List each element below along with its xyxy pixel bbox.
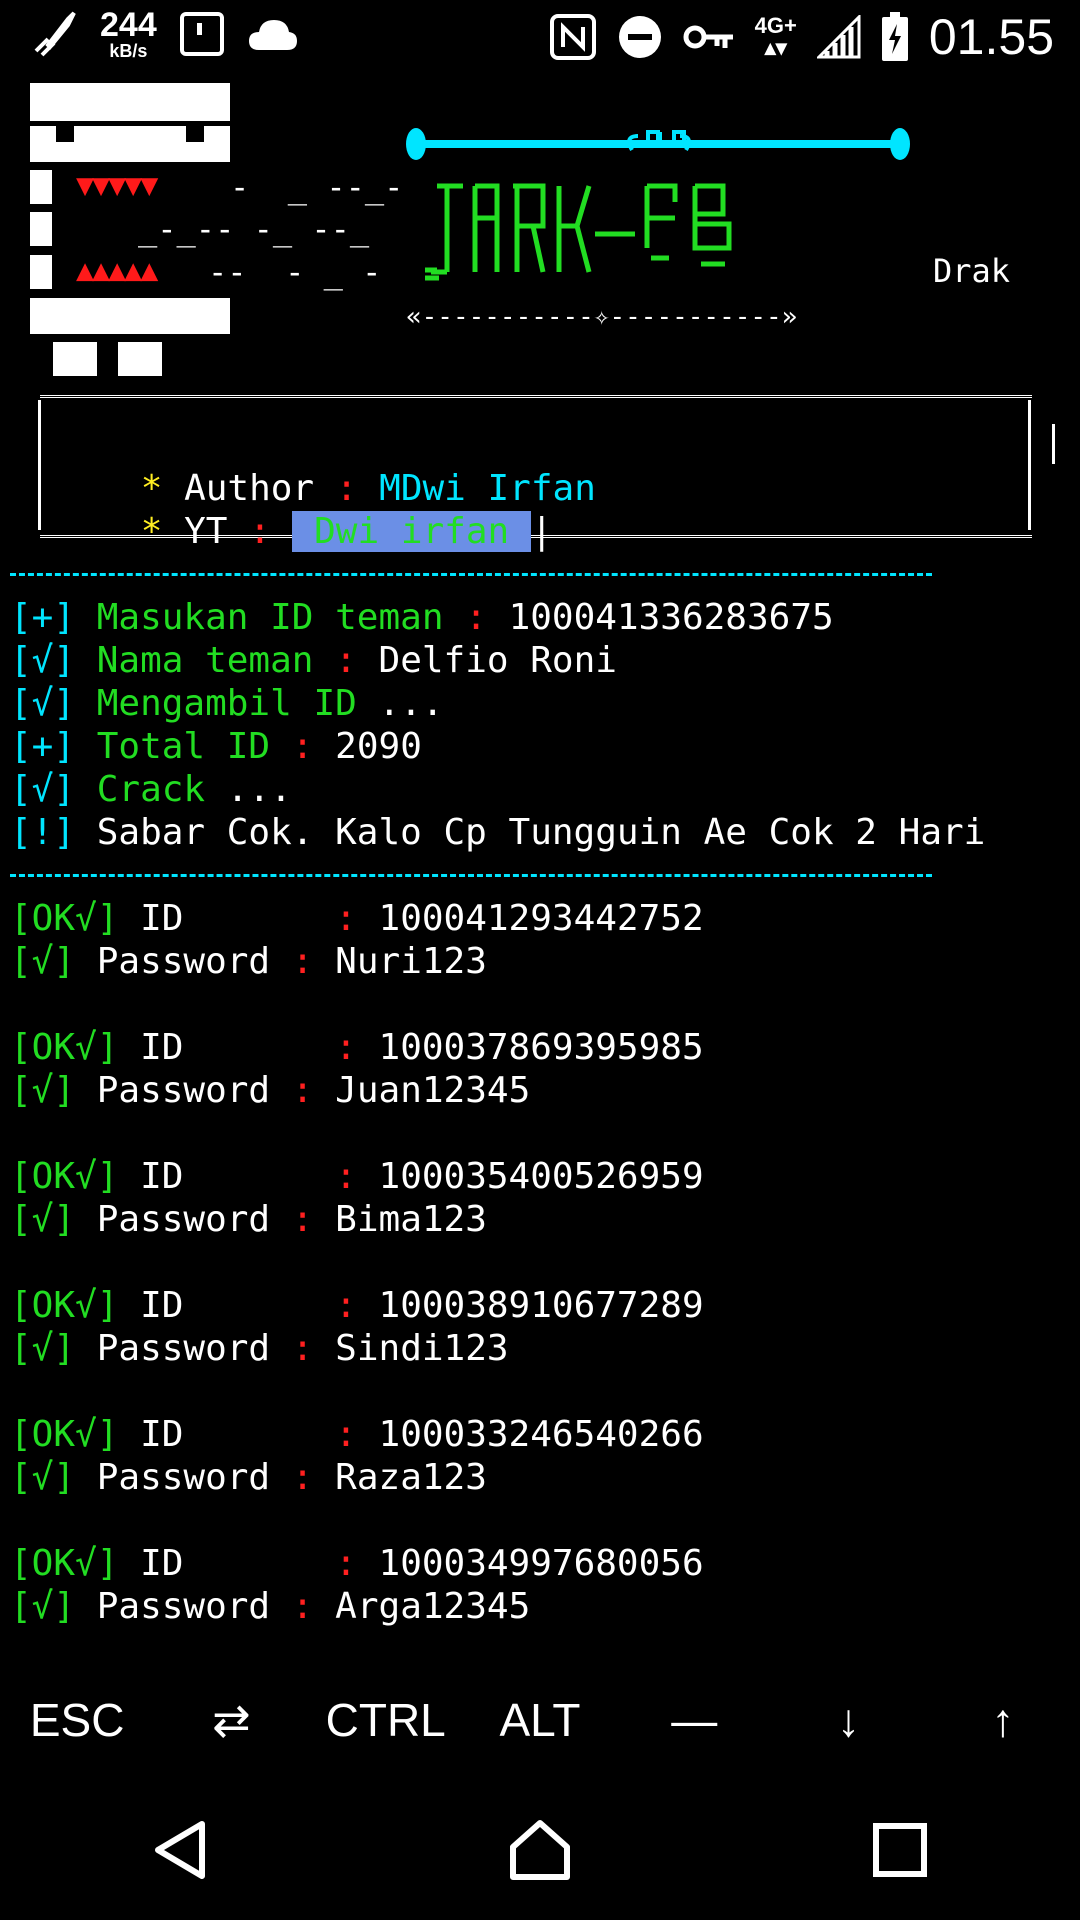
banner-tooth xyxy=(186,126,204,142)
tab-key[interactable]: ⇄ xyxy=(154,1693,308,1747)
status-bar: 244 kB/s 4G+ ▴▾ 01.55 xyxy=(0,0,1080,76)
result-id-line: [OK√] ID : 100034997680056 xyxy=(10,1543,704,1584)
dark-fb-logo xyxy=(425,183,732,281)
do-not-disturb-icon xyxy=(618,16,661,58)
result-password-line: [√] Password : Juan12345 xyxy=(10,1070,531,1111)
alt-key[interactable]: ALT xyxy=(463,1693,617,1747)
log-line: [√] Nama teman : Delfio Roni xyxy=(10,640,617,681)
log-line: [!] Sabar Cok. Kalo Cp Tungguin Ae Cok 2… xyxy=(10,812,986,853)
log-line: [+] Total ID : 2090 xyxy=(10,726,422,767)
cloud-icon xyxy=(248,20,297,50)
result-id-line: [OK√] ID : 100041293442752 xyxy=(10,898,704,939)
info-frame-left xyxy=(38,400,41,530)
log-line: [√] Mengambil ID ... xyxy=(10,683,444,724)
result-id-line: [OK√] ID : 100037869395985 xyxy=(10,1027,704,1068)
result-id-line: [OK√] ID : 100033246540266 xyxy=(10,1414,704,1455)
home-icon xyxy=(510,1820,570,1880)
ctrl-key[interactable]: CTRL xyxy=(309,1693,463,1747)
cursor-bar xyxy=(1052,424,1055,464)
result-password-line: [√] Password : Nuri123 xyxy=(10,941,487,982)
banner-block-bottom xyxy=(30,298,230,334)
banner-bar-1 xyxy=(30,170,52,204)
ascii-dash-3: -- - _ - xyxy=(208,253,382,291)
result-password-line: [√] Password : Bima123 xyxy=(10,1199,487,1240)
separator-bottom xyxy=(10,874,932,877)
yt-value: Dwi irfan xyxy=(292,511,531,552)
log-line: [+] Masukan ID teman : 100041336283675 xyxy=(10,597,834,638)
result-id-line: [OK√] ID : 100035400526959 xyxy=(10,1156,704,1197)
banner-foot-right xyxy=(118,342,162,376)
arrow-down-key[interactable]: ↓ xyxy=(771,1693,925,1747)
speed-unit: kB/s xyxy=(109,41,148,61)
separator-top xyxy=(10,573,932,576)
red-triangles-down: ▼▼▼▼▼ xyxy=(76,168,158,203)
arrow-up-key[interactable]: ↑ xyxy=(926,1693,1080,1747)
sim-card-icon xyxy=(179,12,224,56)
recents-icon xyxy=(873,1823,927,1877)
dash-key[interactable]: — xyxy=(617,1693,771,1747)
yt-line: * YT : Dwi irfan | xyxy=(140,511,553,552)
info-frame-right xyxy=(1028,400,1031,530)
extra-keys-row: ESC ⇄ CTRL ALT — ↓ ↑ xyxy=(0,1680,1080,1760)
yt-label: YT xyxy=(184,511,228,552)
rocket-icon xyxy=(34,11,76,57)
vpn-key-icon xyxy=(683,25,733,49)
nfc-icon xyxy=(549,14,596,60)
recents-button[interactable] xyxy=(840,1790,960,1910)
red-triangles-up: ▲▲▲▲▲ xyxy=(76,253,158,288)
network-type: 4G+ ▴▾ xyxy=(754,13,797,60)
banner-side-text: Drak xyxy=(933,252,1011,290)
result-password-line: [√] Password : Raza123 xyxy=(10,1457,487,1498)
banner-block-top xyxy=(30,83,230,121)
battery-charging-icon xyxy=(881,12,908,61)
result-password-line: [√] Password : Arga12345 xyxy=(10,1586,531,1627)
home-button[interactable] xyxy=(480,1790,600,1910)
ascii-dash-2: _-_-- -_ --_ xyxy=(138,210,370,248)
network-speed: 244 kB/s xyxy=(100,8,157,60)
clock: 01.55 xyxy=(928,9,1054,65)
speed-value: 244 xyxy=(100,6,157,44)
signal-icon xyxy=(816,15,861,59)
result-password-line: [√] Password : Sindi123 xyxy=(10,1328,509,1369)
ornament-bottom: «-----------✧-----------» xyxy=(406,302,798,332)
banner-bar-2 xyxy=(30,212,52,246)
navigation-bar xyxy=(0,1780,1080,1920)
log-line: [√] Crack ... xyxy=(10,769,292,810)
banner-tooth xyxy=(56,126,74,142)
back-icon xyxy=(155,1821,205,1879)
ornament-top xyxy=(406,128,910,160)
back-button[interactable] xyxy=(120,1790,240,1910)
esc-key[interactable]: ESC xyxy=(0,1693,154,1747)
ascii-dash-1: - _ --_- xyxy=(230,168,404,206)
result-id-line: [OK√] ID : 100038910677289 xyxy=(10,1285,704,1326)
banner-foot-left xyxy=(53,342,97,376)
banner-bar-3 xyxy=(30,255,52,289)
